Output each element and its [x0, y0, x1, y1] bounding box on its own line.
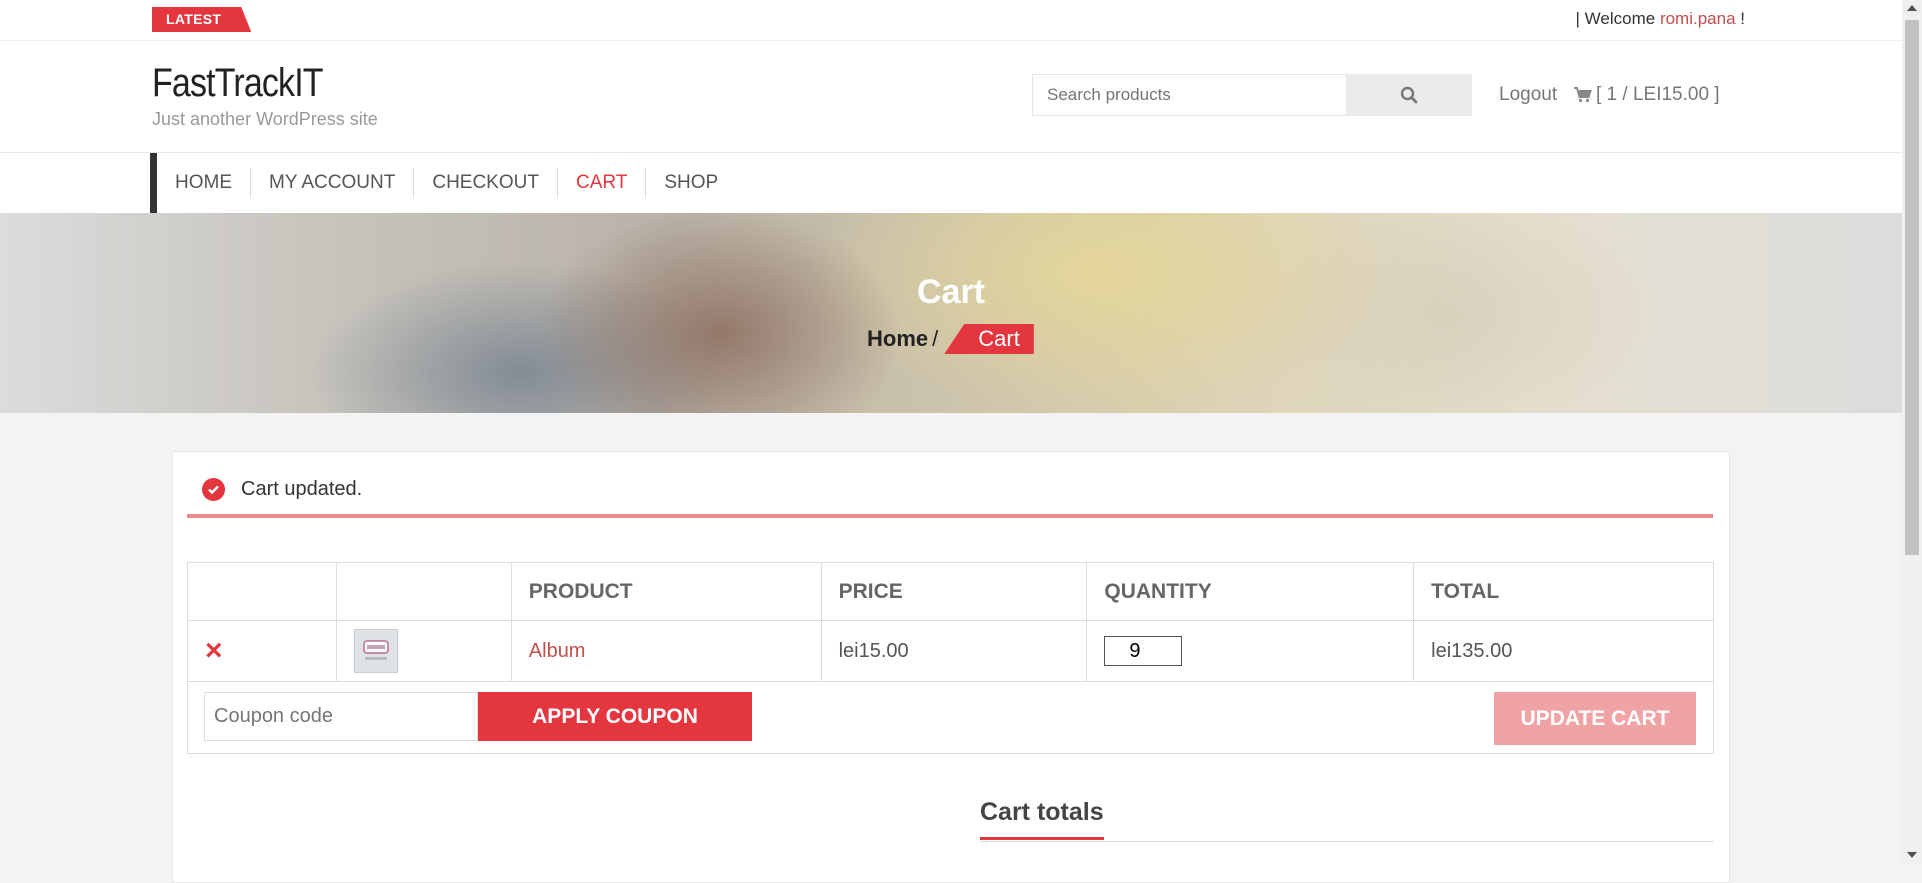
mini-cart[interactable]: [ 1 / LEI15.00 ]: [1574, 84, 1720, 106]
cart-actions: APPLY COUPON UPDATE CART: [187, 682, 1714, 754]
welcome-suffix: !: [1735, 9, 1745, 28]
page-banner: Cart Home / Cart: [0, 213, 1902, 413]
update-cart-button[interactable]: UPDATE CART: [1494, 692, 1696, 745]
cart-totals-heading: Cart totals: [980, 798, 1104, 840]
product-price: lei15.00: [838, 639, 909, 662]
search-input[interactable]: [1032, 74, 1348, 116]
site-title[interactable]: FastTrackIT: [152, 61, 324, 106]
header-product: PRODUCT: [510, 562, 822, 621]
header-thumbnail: [335, 562, 512, 621]
nav-item-checkout[interactable]: CHECKOUT: [413, 168, 557, 198]
check-circle-icon: [202, 478, 225, 501]
product-thumbnail[interactable]: [353, 629, 398, 673]
scrollbar-thumb[interactable]: [1905, 20, 1919, 555]
remove-item-button[interactable]: ×: [205, 634, 223, 667]
cart-notice: Cart updated.: [187, 466, 1713, 518]
coupon-code-input[interactable]: [204, 692, 478, 741]
nav-item-my-account[interactable]: MY ACCOUNT: [250, 168, 413, 198]
header-quantity: QUANTITY: [1086, 562, 1415, 621]
latest-badge: LATEST: [152, 7, 252, 32]
logout-link[interactable]: Logout: [1499, 84, 1557, 106]
nav-item-shop[interactable]: SHOP: [645, 168, 736, 198]
cart-totals-divider: [980, 841, 1714, 842]
main-nav: HOME MY ACCOUNT CHECKOUT CART SHOP: [0, 153, 1902, 213]
site-header: FastTrackIT Just another WordPress site …: [0, 41, 1902, 153]
header-price: PRICE: [820, 562, 1088, 621]
product-name-link[interactable]: Album: [529, 640, 586, 662]
page-title: Cart: [916, 273, 986, 311]
apply-coupon-button[interactable]: APPLY COUPON: [478, 692, 752, 741]
nav-item-home[interactable]: HOME: [157, 168, 250, 198]
header-total: TOTAL: [1413, 562, 1714, 621]
product-image-icon: [363, 640, 389, 660]
table-header-row: PRODUCT PRICE QUANTITY TOTAL: [187, 562, 1714, 621]
nav-accent-bar: [150, 153, 157, 213]
username-link[interactable]: romi.pana: [1660, 9, 1736, 28]
header-remove: [187, 562, 337, 621]
table-row: × Album lei15.00 lei135.00: [187, 620, 1714, 682]
top-bar: LATEST | Welcome romi.pana !: [0, 0, 1902, 41]
product-subtotal: lei135.00: [1431, 639, 1513, 662]
notice-message: Cart updated.: [241, 478, 363, 500]
cart-content: Cart updated. PRODUCT PRICE QUANTITY TOT…: [172, 451, 1730, 883]
scroll-down-arrow-icon[interactable]: [1907, 852, 1917, 858]
site-tagline: Just another WordPress site: [152, 109, 378, 129]
page-scrollbar[interactable]: [1902, 0, 1922, 863]
mini-cart-summary: [ 1 / LEI15.00 ]: [1596, 84, 1720, 105]
breadcrumb-home[interactable]: Home: [867, 326, 928, 352]
nav-item-cart[interactable]: CART: [556, 168, 645, 198]
cart-table: PRODUCT PRICE QUANTITY TOTAL × Album lei…: [187, 562, 1714, 682]
welcome-prefix: | Welcome: [1575, 9, 1660, 28]
search-form: [1032, 74, 1472, 116]
breadcrumb-current: Cart: [944, 324, 1034, 354]
scroll-up-arrow-icon[interactable]: [1907, 5, 1917, 11]
welcome-message: | Welcome romi.pana !: [1576, 9, 1745, 29]
cart-icon: [1574, 87, 1592, 103]
breadcrumb: Home / Cart: [867, 324, 1034, 354]
search-button[interactable]: [1346, 74, 1472, 116]
quantity-input[interactable]: [1104, 636, 1183, 666]
search-icon: [1400, 86, 1418, 104]
breadcrumb-separator: /: [932, 326, 939, 351]
